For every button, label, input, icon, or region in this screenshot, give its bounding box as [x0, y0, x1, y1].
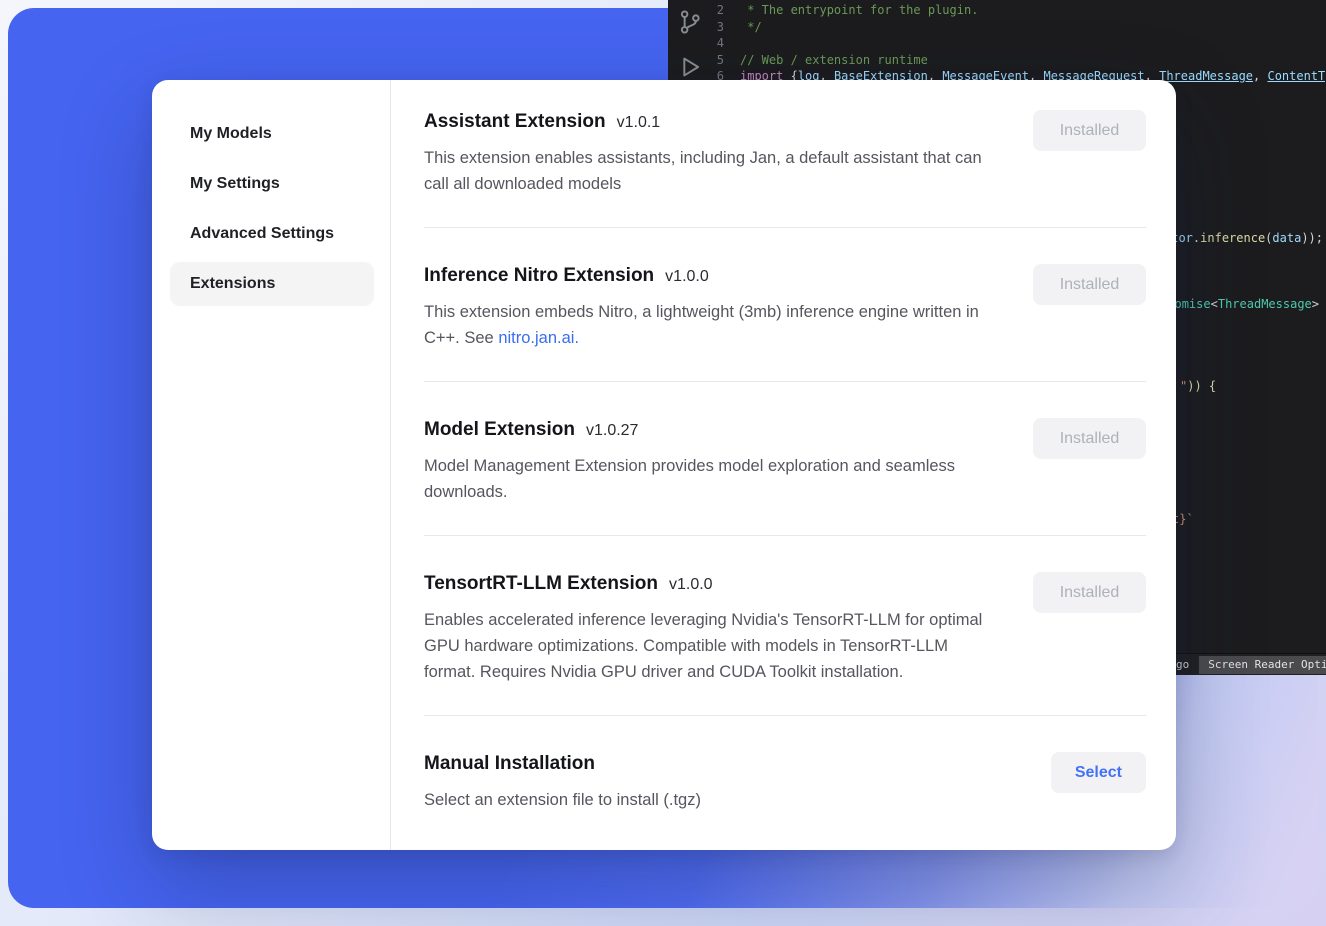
extensions-panel: Assistant Extension v1.0.1 This extension… [391, 80, 1176, 850]
extension-heading: TensortRT-LLM Extension v1.0.0 [424, 570, 999, 599]
code-token: > [1312, 297, 1319, 311]
extension-name: Model Extension [424, 419, 575, 440]
screen-reader-chip[interactable]: Screen Reader Optimized [1199, 656, 1326, 674]
extension-row: Model Extension v1.0.27 Model Management … [424, 416, 1146, 536]
code-token: inference [1200, 231, 1265, 245]
extension-version: v1.0.0 [665, 268, 709, 285]
extension-description: This extension enables assistants, inclu… [424, 145, 999, 197]
nitro-link[interactable]: nitro.jan.ai. [498, 329, 579, 347]
extension-info: Inference Nitro Extension v1.0.0 This ext… [424, 262, 999, 351]
code-token: data [1272, 231, 1301, 245]
code-token: , [1253, 69, 1267, 83]
line-number: 3 [714, 19, 740, 36]
extension-heading: Model Extension v1.0.27 [424, 416, 999, 445]
code-line: 3 */ [714, 19, 1326, 36]
sidebar-item-my-settings[interactable]: My Settings [170, 162, 374, 206]
code-token: )); [1301, 231, 1323, 245]
code-fragment: rator.inference(data)); [1157, 230, 1323, 246]
extension-version: v1.0.27 [586, 422, 638, 439]
line-number: 4 [714, 35, 740, 52]
code-token: ThreadMessage [1218, 297, 1312, 311]
installed-button[interactable]: Installed [1033, 264, 1146, 305]
installed-button[interactable]: Installed [1033, 572, 1146, 613]
code-line: 5// Web / extension runtime [714, 52, 1326, 69]
stage-background: 2 * The entrypoint for the plugin. 3 */ … [0, 0, 1326, 926]
extension-description: This extension embeds Nitro, a lightweig… [424, 299, 999, 351]
installed-button[interactable]: Installed [1033, 110, 1146, 151]
line-number: 5 [714, 52, 740, 69]
manual-installation-row: Manual Installation Select an extension … [424, 750, 1146, 843]
code-token: ContentType [1267, 69, 1326, 83]
extension-description: Enables accelerated inference leveraging… [424, 607, 999, 685]
source-control-icon[interactable] [677, 9, 703, 35]
status-text: go [1176, 658, 1189, 671]
code-text: */ [740, 20, 762, 34]
code-token: */ [740, 20, 762, 34]
installed-button[interactable]: Installed [1033, 418, 1146, 459]
extension-heading: Inference Nitro Extension v1.0.0 [424, 262, 999, 291]
extension-version: v1.0.1 [617, 114, 661, 131]
code-token: // Web / extension runtime [740, 53, 928, 67]
code-line: 2 * The entrypoint for the plugin. [714, 2, 1326, 19]
extension-name: Inference Nitro Extension [424, 265, 654, 286]
extension-row: Inference Nitro Extension v1.0.0 This ext… [424, 262, 1146, 382]
code-fragment: Promise<ThreadMessage> [1160, 296, 1319, 312]
extension-row: Assistant Extension v1.0.1 This extension… [424, 108, 1146, 228]
sidebar-item-my-models[interactable]: My Models [170, 112, 374, 156]
run-debug-icon[interactable] [677, 54, 703, 80]
extension-row: TensortRT-LLM Extension v1.0.0 Enables ac… [424, 570, 1146, 716]
select-button[interactable]: Select [1051, 752, 1146, 793]
manual-installation-heading: Manual Installation [424, 750, 701, 779]
extension-name: TensortRT-LLM Extension [424, 573, 658, 594]
code-text: // Web / extension runtime [740, 53, 928, 67]
extension-info: TensortRT-LLM Extension v1.0.0 Enables ac… [424, 570, 999, 685]
sidebar-item-extensions[interactable]: Extensions [170, 262, 374, 306]
extension-description: Model Management Extension provides mode… [424, 453, 999, 505]
code-token: < [1211, 297, 1218, 311]
settings-sidebar: My Models My Settings Advanced Settings … [152, 80, 391, 850]
code-token: )) { [1187, 379, 1216, 393]
extension-heading: Assistant Extension v1.0.1 [424, 108, 999, 137]
extension-name: Assistant Extension [424, 111, 606, 132]
extension-info: Manual Installation Select an extension … [424, 750, 701, 813]
code-text: * The entrypoint for the plugin. [740, 3, 978, 17]
manual-installation-title: Manual Installation [424, 753, 595, 774]
extension-info: Model Extension v1.0.27 Model Management … [424, 416, 999, 505]
code-line: 4 [714, 35, 1326, 52]
code-token: * The entrypoint for the plugin. [740, 3, 978, 17]
line-number: 2 [714, 2, 740, 19]
code-token: ThreadMessage [1159, 69, 1253, 83]
code-area: 2 * The entrypoint for the plugin. 3 */ … [714, 2, 1326, 85]
sidebar-item-advanced-settings[interactable]: Advanced Settings [170, 212, 374, 256]
extension-info: Assistant Extension v1.0.1 This extension… [424, 108, 999, 197]
code-fragment: ")) { [1180, 378, 1216, 394]
manual-installation-description: Select an extension file to install (.tg… [424, 787, 701, 813]
extension-version: v1.0.0 [669, 576, 713, 593]
settings-modal: My Models My Settings Advanced Settings … [152, 80, 1176, 850]
